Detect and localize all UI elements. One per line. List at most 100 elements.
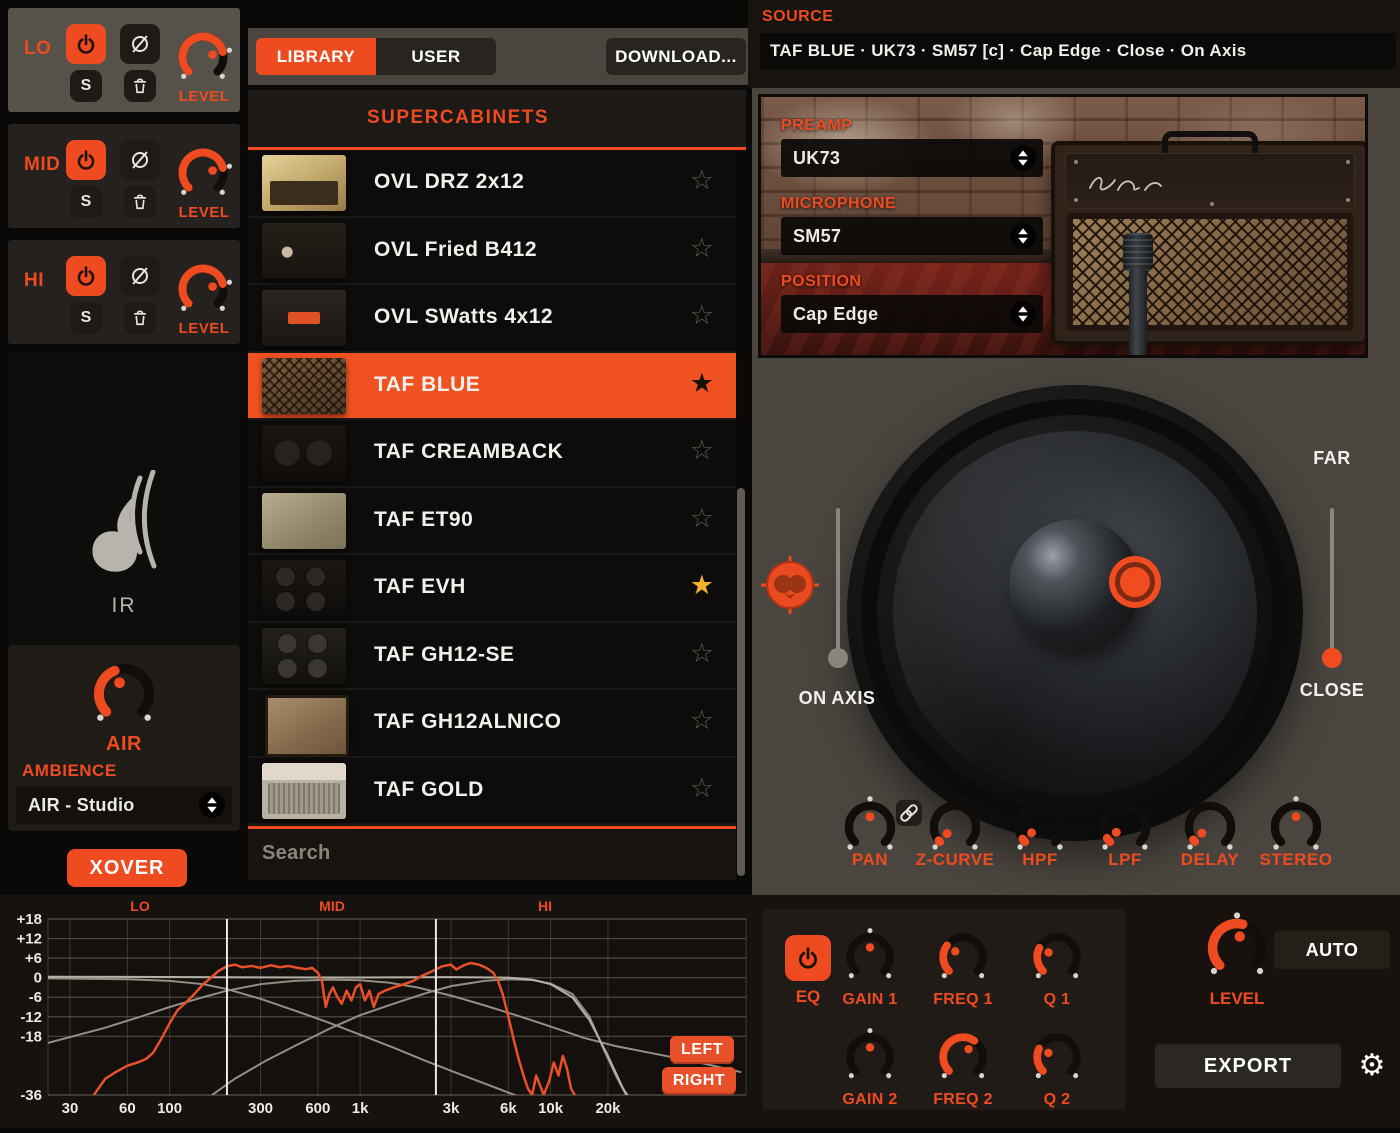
band-lo-power-button[interactable]	[66, 24, 106, 64]
library-header: SUPERCABINETS ☆★	[248, 90, 746, 147]
stereo-knob-label: STEREO	[1251, 850, 1341, 870]
svg-text:10k: 10k	[538, 1100, 564, 1117]
microphone-select[interactable]: SM57	[781, 217, 1043, 255]
cabinet-list-item[interactable]: TAF GH12-SE☆	[248, 623, 736, 691]
cabinet-list-item[interactable]: TAF GOLD☆	[248, 758, 736, 826]
cabinet-list-item[interactable]: OVL SWatts 4x12☆	[248, 285, 736, 353]
tab-library[interactable]: LIBRARY	[256, 38, 376, 75]
band-mid-phase-button[interactable]	[120, 140, 160, 180]
right-channel-button[interactable]: RIGHT	[662, 1067, 736, 1095]
favorite-star-icon[interactable]: ☆	[690, 165, 714, 196]
favorite-star-icon[interactable]: ☆	[690, 233, 714, 264]
position-select[interactable]: Cap Edge	[781, 295, 1043, 333]
cabinet-name: TAF BLUE	[374, 373, 480, 397]
band-lo-level-knob[interactable]	[172, 26, 234, 88]
air-knob-label: AIR	[8, 733, 240, 756]
band-hi-power-button[interactable]	[66, 256, 106, 296]
svg-text:HI: HI	[538, 898, 552, 914]
band-mid-power-button[interactable]	[66, 140, 106, 180]
scrollbar-thumb[interactable]	[737, 488, 745, 876]
favorite-star-icon[interactable]: ☆	[690, 300, 714, 331]
cabinet-list-item[interactable]: TAF CREAMBACK☆	[248, 420, 736, 488]
favorite-star-icon[interactable]: ☆	[690, 638, 714, 669]
favorite-star-icon[interactable]: ☆	[690, 435, 714, 466]
air-knob[interactable]	[86, 656, 162, 732]
preamp-label: PREAMP	[781, 117, 852, 135]
output-level-knob[interactable]	[1200, 911, 1274, 985]
library-scrollbar[interactable]	[736, 150, 746, 880]
export-button[interactable]: EXPORT	[1155, 1044, 1341, 1088]
freq-1-knob[interactable]	[933, 927, 993, 987]
cabinet-thumbnail	[262, 425, 346, 481]
left-channel-button[interactable]: LEFT	[670, 1036, 734, 1064]
favorite-star-icon[interactable]: ★	[690, 368, 714, 399]
gain-1-knob[interactable]	[840, 927, 900, 987]
band-hi-trash-button[interactable]	[124, 302, 156, 334]
band-mid-solo-button[interactable]: S	[70, 186, 102, 218]
svg-text:20k: 20k	[595, 1100, 621, 1117]
favorite-star-icon[interactable]: ☆	[690, 705, 714, 736]
svg-text:LO: LO	[130, 898, 150, 914]
polar-pattern-icon[interactable]	[760, 555, 820, 615]
delay-knob-label: DELAY	[1165, 850, 1255, 870]
chevron-updown-icon	[1010, 223, 1036, 249]
cabinet-list-item[interactable]: TAF ET90☆	[248, 488, 736, 556]
cabinet-list-item[interactable]: OVL DRZ 2x12 ☆	[248, 150, 736, 218]
svg-text:-6: -6	[29, 989, 42, 1006]
tab-user[interactable]: USER	[376, 38, 496, 75]
crossover-graph-panel: +18+12+60-6-12-18-3630601003006001k3k6k1…	[0, 895, 760, 1128]
chevron-updown-icon	[199, 792, 225, 818]
band-hi-solo-button[interactable]: S	[70, 302, 102, 334]
search-input[interactable]: Search	[248, 829, 746, 880]
auto-level-button[interactable]: AUTO	[1274, 931, 1390, 969]
q-2-knob[interactable]	[1027, 1027, 1087, 1087]
freq-2-knob[interactable]	[933, 1027, 993, 1087]
ambience-select[interactable]: AIR - Studio	[16, 786, 232, 824]
settings-gear-icon[interactable]: ⚙	[1348, 1044, 1396, 1088]
supercabinets-plugin-window: LOSLEVELMIDSLEVELHISLEVEL IR AIR AMBIENC…	[0, 0, 1400, 1128]
band-label-lo: LO	[24, 38, 51, 60]
band-hi-phase-button[interactable]	[120, 256, 160, 296]
mic-axis-slider[interactable]	[836, 508, 840, 666]
band-lo-trash-button[interactable]	[124, 70, 156, 102]
cabinet-list-item[interactable]: TAF GH12ALNICO☆	[248, 690, 736, 758]
cabinet-name: TAF EVH	[374, 575, 466, 599]
search-placeholder: Search	[262, 842, 331, 865]
mic-axis-slider-thumb[interactable]	[828, 648, 848, 668]
mic-distance-slider-thumb[interactable]	[1322, 648, 1342, 668]
cabinet-name: OVL DRZ 2x12	[374, 170, 524, 194]
favorite-star-icon[interactable]: ☆	[690, 773, 714, 804]
cabinet-list-item[interactable]: OVL Fried B412☆	[248, 218, 736, 286]
cabinet-list-item-selected[interactable]: TAF BLUE ★	[248, 353, 736, 421]
q-1-knob[interactable]	[1027, 927, 1087, 987]
eq-output-panel: EQ GAIN 1FREQ 1Q 1GAIN 2FREQ 2Q 2 AUTO L…	[760, 895, 1400, 1128]
source-value: TAF BLUE · UK73 · SM57 [c] · Cap Edge · …	[770, 41, 1247, 61]
gain-2-knob[interactable]	[840, 1027, 900, 1087]
xover-button[interactable]: XOVER	[67, 849, 187, 887]
eq-power-button[interactable]	[785, 935, 831, 981]
band-mid-trash-button[interactable]	[124, 186, 156, 218]
band-mid-level-knob[interactable]	[172, 142, 234, 204]
band-lo-phase-button[interactable]	[120, 24, 160, 64]
mic-distance-slider[interactable]	[1330, 508, 1334, 660]
preamp-select-value: UK73	[781, 148, 1010, 169]
microphone-select-value: SM57	[781, 226, 1010, 247]
band-lo-level-label: LEVEL	[156, 88, 252, 105]
cabinet-script-logo	[1084, 166, 1204, 196]
favorite-star-icon[interactable]: ★	[690, 570, 714, 601]
favorite-star-icon[interactable]: ☆	[690, 503, 714, 534]
band-lo-solo-button[interactable]: S	[70, 70, 102, 102]
cabinet-photo	[1051, 141, 1368, 345]
preamp-select[interactable]: UK73	[781, 139, 1043, 177]
position-select-value: Cap Edge	[781, 304, 1010, 325]
output-level-label: LEVEL	[1192, 989, 1282, 1009]
band-hi-level-label: LEVEL	[156, 320, 252, 337]
cabinet-thumbnail	[262, 290, 346, 346]
mic-stage-panel: PREAMP UK73 MICROPHONE SM57 POSITION Cap…	[752, 88, 1400, 895]
mic-position-marker[interactable]	[1109, 556, 1161, 608]
band-hi-level-knob[interactable]	[172, 258, 234, 320]
link-icon[interactable]	[896, 800, 922, 826]
download-button[interactable]: DOWNLOAD...	[606, 38, 746, 75]
cabinet-list-item[interactable]: TAF EVH ★	[248, 555, 736, 623]
on-axis-label: ON AXIS	[782, 688, 892, 709]
